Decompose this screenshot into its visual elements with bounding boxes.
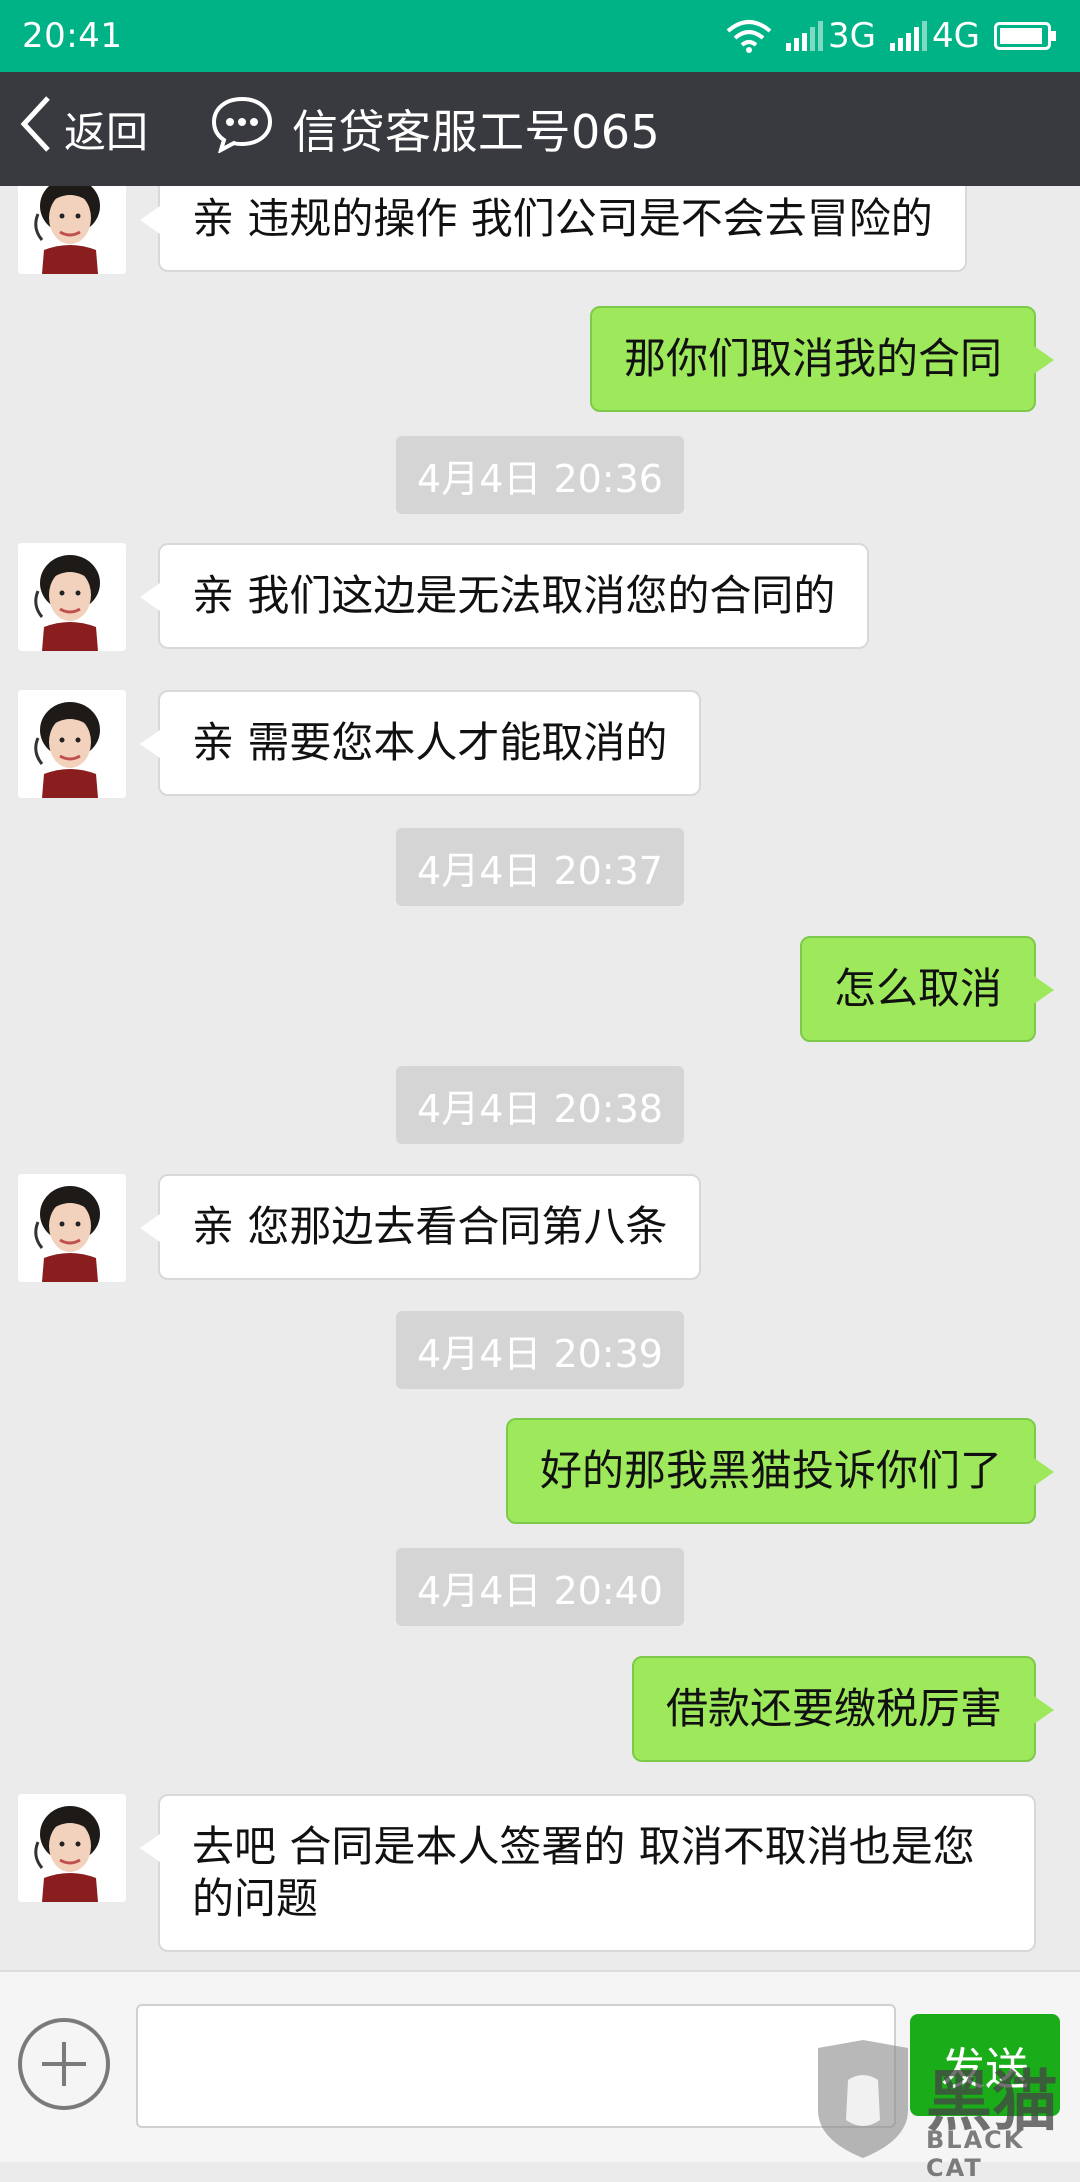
status-icons: 3G 4G [726, 16, 1058, 56]
message-text: 亲 您那边去看合同第八条 [192, 1202, 668, 1251]
timestamp: 4月4日 20:38 [396, 1066, 684, 1144]
timestamp: 4月4日 20:39 [396, 1311, 684, 1389]
plus-icon[interactable] [18, 2018, 110, 2110]
battery-icon [994, 21, 1058, 51]
network-label-4g: 4G [932, 16, 980, 56]
signal-bars-icon [786, 21, 824, 51]
message-bubble-received[interactable]: 去吧 合同是本人签署的 取消不取消也是您的问题 [140, 1794, 1036, 1952]
back-button[interactable]: 返回 [18, 94, 148, 164]
avatar[interactable] [18, 543, 126, 651]
message-bubble-received[interactable]: 亲 我们这边是无法取消您的合同的 [140, 543, 870, 649]
avatar[interactable] [18, 186, 126, 274]
message-text: 亲 我们这边是无法取消您的合同的 [192, 571, 836, 620]
avatar-image [18, 543, 126, 651]
message-text: 借款还要缴税厉害 [665, 1684, 1002, 1733]
avatar[interactable] [18, 1174, 126, 1282]
message-text: 那你们取消我的合同 [623, 334, 1002, 383]
avatar-image [18, 1174, 126, 1282]
timestamp: 4月4日 20:36 [396, 436, 684, 514]
status-time: 20:41 [22, 16, 123, 56]
send-button[interactable]: 发送 [910, 2014, 1060, 2116]
message-bubble-received[interactable]: 亲 您那边去看合同第八条 [140, 1174, 702, 1280]
chat-bubble-icon [210, 95, 274, 164]
wifi-icon [726, 19, 772, 53]
avatar-image [18, 690, 126, 798]
network-label-3g: 3G [828, 16, 877, 56]
chat-title: 信贷客服工号065 [292, 105, 661, 159]
message-bubble-sent[interactable]: 好的那我黑猫投诉你们了 [505, 1418, 1054, 1524]
message-bubble-received[interactable]: 亲 违规的操作 我们公司是不会去冒险的 [140, 186, 967, 272]
chat-title-group: 信贷客服工号065 [210, 95, 660, 164]
chat-area[interactable]: 亲 违规的操作 我们公司是不会去冒险的 那你们取消我的合同 4月4日 20:36 [0, 186, 1080, 1970]
message-input[interactable] [136, 2004, 896, 2128]
back-label: 返回 [64, 107, 149, 157]
signal-4g: 4G [890, 16, 980, 56]
input-bar: 发送 [0, 1970, 1080, 2162]
timestamp: 4月4日 20:37 [396, 828, 684, 906]
avatar[interactable] [18, 690, 126, 798]
message-text: 亲 需要您本人才能取消的 [192, 718, 668, 767]
message-bubble-sent[interactable]: 怎么取消 [799, 936, 1054, 1042]
status-bar: 20:41 3G 4G [0, 0, 1080, 72]
timestamp: 4月4日 20:40 [396, 1548, 684, 1626]
avatar-image [18, 1794, 126, 1902]
message-text: 好的那我黑猫投诉你们了 [539, 1446, 1002, 1495]
message-text: 去吧 合同是本人签署的 取消不取消也是您的问题 [192, 1822, 975, 1923]
avatar-image [18, 186, 126, 274]
nav-bar: 返回 信贷客服工号065 [0, 72, 1080, 186]
message-text: 亲 违规的操作 我们公司是不会去冒险的 [192, 194, 933, 243]
chevron-left-icon [18, 94, 52, 164]
avatar[interactable] [18, 1794, 126, 1902]
signal-bars-icon [890, 21, 928, 51]
message-bubble-sent[interactable]: 借款还要缴税厉害 [631, 1656, 1054, 1762]
message-bubble-sent[interactable]: 那你们取消我的合同 [589, 306, 1054, 412]
message-text: 怎么取消 [833, 964, 1002, 1013]
message-bubble-received[interactable]: 亲 需要您本人才能取消的 [140, 690, 702, 796]
signal-3g: 3G [786, 16, 876, 56]
